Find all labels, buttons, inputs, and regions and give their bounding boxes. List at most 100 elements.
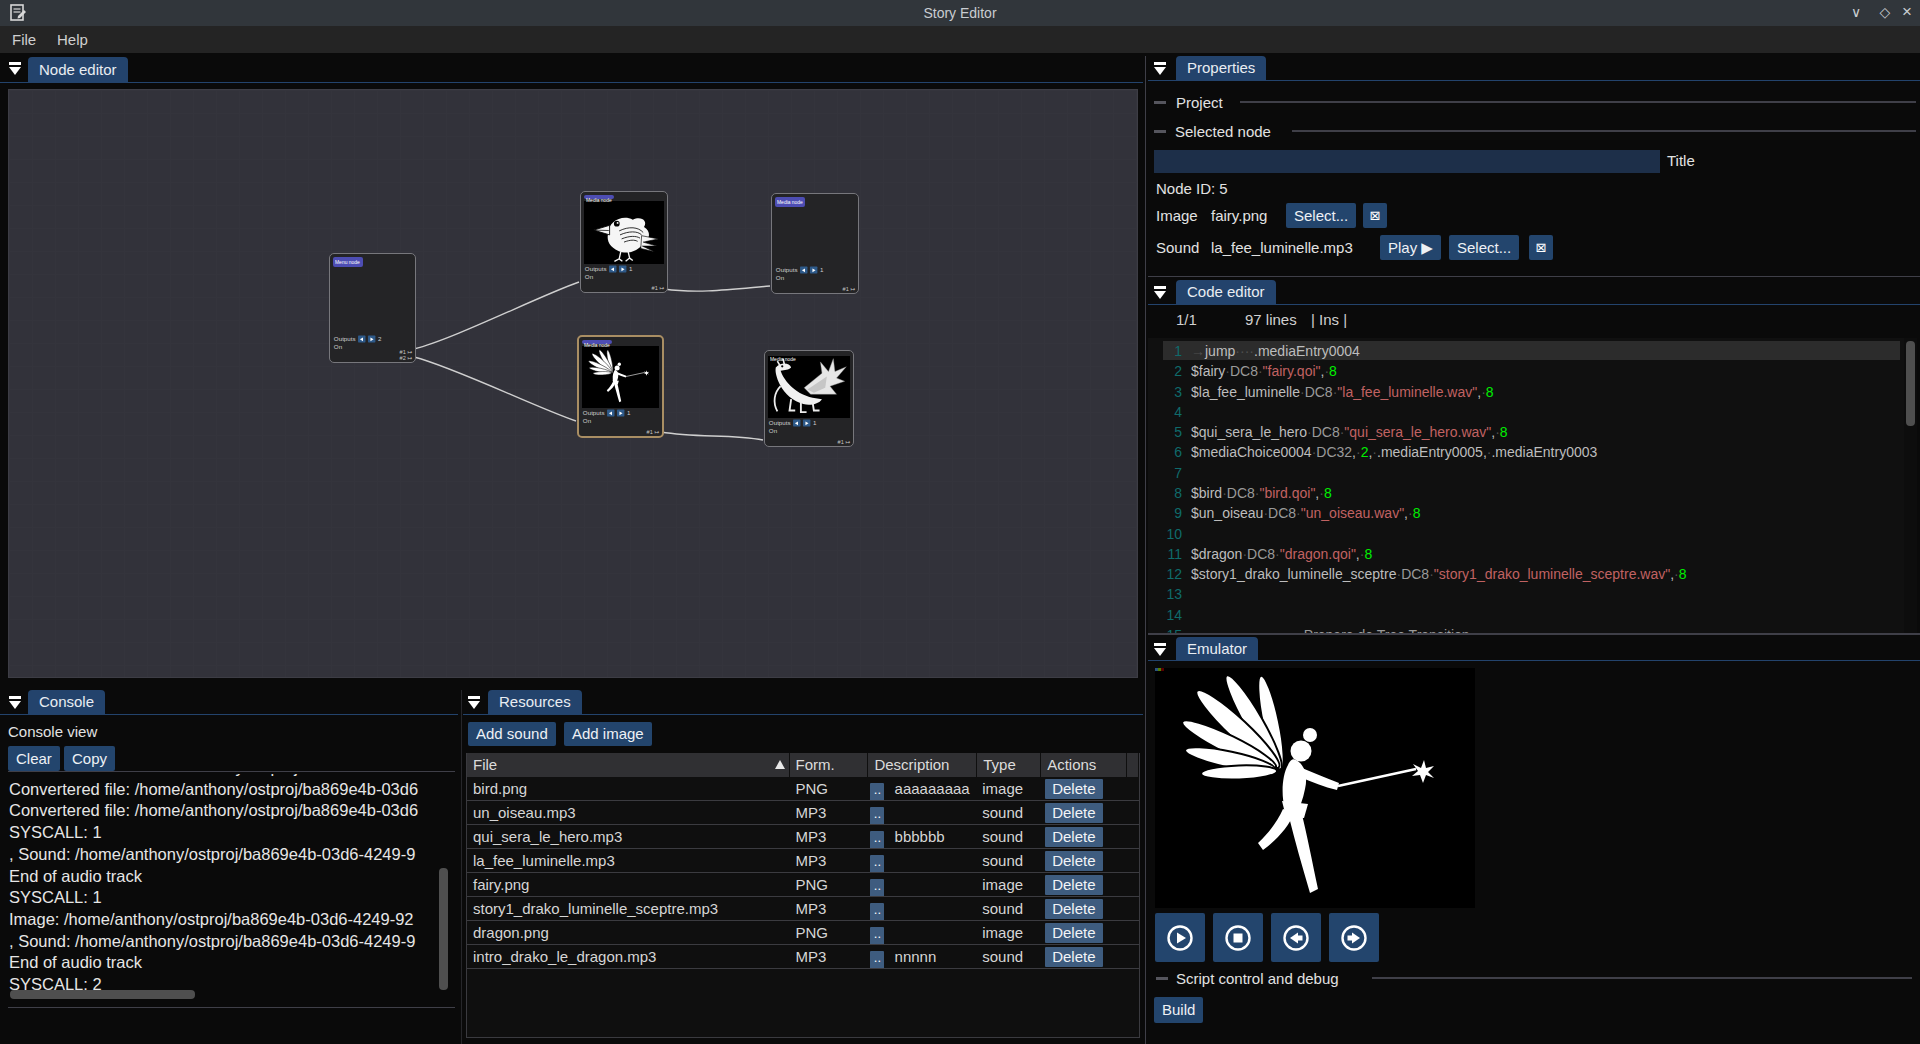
table-row[interactable]: un_oiseau.mp3MP3.. soundDelete <box>467 801 1139 825</box>
main-vertical-splitter[interactable] <box>1145 56 1146 1044</box>
image-clear-button[interactable]: ⊠ <box>1363 203 1387 228</box>
description-edit-button[interactable]: .. <box>870 855 884 872</box>
add-image-button[interactable]: Add image <box>564 722 652 746</box>
back-button[interactable] <box>1271 913 1321 962</box>
collapse-icon-emulator[interactable] <box>1153 641 1168 658</box>
minimize-button[interactable]: ∨ <box>1847 4 1865 20</box>
collapse-icon-code-editor[interactable] <box>1153 284 1168 301</box>
delete-button[interactable]: Delete <box>1045 803 1102 823</box>
description-edit-button[interactable]: .. <box>870 951 884 968</box>
delete-button[interactable]: Delete <box>1045 899 1102 919</box>
delete-button[interactable]: Delete <box>1045 827 1102 847</box>
outputs-decrease-button[interactable] <box>607 410 614 417</box>
sound-play-button[interactable]: Play ▶ <box>1380 235 1441 260</box>
forward-button[interactable] <box>1329 913 1379 962</box>
actions-cell: Delete <box>1041 825 1127 848</box>
close-button[interactable]: × <box>1898 2 1916 22</box>
node-dragon[interactable]: Media node Outputs 1 On #1 ↦ <box>764 350 854 447</box>
description-edit-button[interactable]: .. <box>870 807 884 824</box>
tab-resources[interactable]: Resources <box>488 690 582 714</box>
tab-emulator[interactable]: Emulator <box>1176 637 1258 661</box>
delete-button[interactable]: Delete <box>1045 947 1102 967</box>
tab-properties[interactable]: Properties <box>1176 56 1266 80</box>
table-row[interactable]: intro_drako_le_dragon.mp3MP3.. nnnnnsoun… <box>467 945 1139 969</box>
tab-node-editor[interactable]: Node editor <box>28 57 128 82</box>
code-scrollbar-track[interactable] <box>1904 338 1917 633</box>
node-output-pins[interactable]: #1 ↦ <box>652 285 664 291</box>
table-row[interactable]: qui_sera_le_hero.mp3MP3.. bbbbbbsoundDel… <box>467 825 1139 849</box>
table-row[interactable]: fairy.pngPNG.. imageDelete <box>467 873 1139 897</box>
outputs-decrease-button[interactable] <box>358 336 365 343</box>
description-edit-button[interactable]: .. <box>870 783 884 800</box>
node-output-pins[interactable]: #1 ↦ <box>647 429 659 435</box>
console-vscrollbar[interactable] <box>439 868 448 990</box>
outputs-increase-button[interactable] <box>619 266 626 273</box>
code-editor-area[interactable]: 1→jump····.mediaEntry00042$fairy·DC8·"fa… <box>1148 338 1904 633</box>
format-cell: PNG <box>790 921 869 944</box>
code-scrollbar-handle[interactable] <box>1906 341 1915 426</box>
title-input[interactable] <box>1154 150 1660 173</box>
collapse-icon-properties[interactable] <box>1153 60 1168 77</box>
outputs-increase-button[interactable] <box>810 267 817 274</box>
collapse-icon-resources[interactable] <box>467 694 482 711</box>
column-header-description[interactable]: Description <box>868 753 977 777</box>
column-header-type[interactable]: Type <box>977 753 1041 777</box>
node-fairy[interactable]: Media node <box>577 335 664 438</box>
maximize-button[interactable]: ◇ <box>1876 4 1894 20</box>
outputs-increase-button[interactable] <box>368 336 375 343</box>
delete-button[interactable]: Delete <box>1045 875 1102 895</box>
node-media-empty[interactable]: Media node Outputs 1 On #1 ↦ <box>771 193 859 294</box>
collapse-icon-node-editor[interactable] <box>8 60 23 77</box>
outputs-decrease-button[interactable] <box>800 267 807 274</box>
table-row[interactable]: dragon.pngPNG.. imageDelete <box>467 921 1139 945</box>
node-output-pins[interactable]: #1 ↦ #2 ↦ <box>400 349 412 361</box>
code-emulator-splitter[interactable] <box>1148 633 1920 635</box>
collapse-icon-console[interactable] <box>8 694 23 711</box>
outputs-increase-button[interactable] <box>617 410 624 417</box>
node-output-pins[interactable]: #1 ↦ <box>843 286 855 292</box>
node-canvas[interactable]: Menu node Outputs 2 On #1 ↦ #2 ↦ Media n… <box>8 89 1138 678</box>
description-edit-button[interactable]: .. <box>870 927 884 944</box>
node-menu[interactable]: Menu node Outputs 2 On #1 ↦ #2 ↦ <box>329 253 416 363</box>
copy-button[interactable]: Copy <box>64 746 115 771</box>
node-bird[interactable]: Media node Outputs 1 On #1 ↦ <box>580 191 668 293</box>
on-label: On <box>776 274 856 281</box>
stop-button[interactable] <box>1213 913 1263 962</box>
menu-file[interactable]: File <box>12 31 36 48</box>
tab-console[interactable]: Console <box>28 690 105 714</box>
description-edit-button[interactable]: .. <box>870 903 884 920</box>
properties-code-splitter[interactable] <box>1148 276 1920 277</box>
table-row[interactable]: la_fee_luminelle.mp3MP3.. soundDelete <box>467 849 1139 873</box>
column-header-form[interactable]: Form. <box>790 753 869 777</box>
outputs-decrease-button[interactable] <box>609 266 616 273</box>
table-row[interactable]: story1_drako_luminelle_sceptre.mp3MP3.. … <box>467 897 1139 921</box>
actions-cell: Delete <box>1041 897 1127 920</box>
menu-help[interactable]: Help <box>57 31 88 48</box>
table-row[interactable]: bird.pngPNG.. aaaaaaaaaimageDelete <box>467 777 1139 801</box>
delete-button[interactable]: Delete <box>1045 779 1102 799</box>
console-line: Image: /home/anthony/ostproj/ba869e4b-03… <box>9 909 439 931</box>
selected-node-group-label: Selected node <box>1175 123 1271 140</box>
console-hscrollbar[interactable] <box>10 990 195 999</box>
description-edit-button[interactable]: .. <box>870 879 884 896</box>
build-button[interactable]: Build <box>1154 997 1203 1023</box>
delete-button[interactable]: Delete <box>1045 923 1102 943</box>
column-header-file[interactable]: File <box>467 753 790 777</box>
image-select-button[interactable]: Select... <box>1286 203 1356 228</box>
node-output-pins[interactable]: #1 ↦ <box>838 439 850 445</box>
console-log[interactable]: Convertered file: /home/anthony/ostproj/… <box>8 771 455 1008</box>
type-cell: image <box>977 921 1041 944</box>
window-title: Story Editor <box>0 5 1920 21</box>
sound-clear-button[interactable]: ⊠ <box>1529 235 1553 260</box>
clear-button[interactable]: Clear <box>8 746 60 771</box>
sound-select-button[interactable]: Select... <box>1449 235 1519 260</box>
console-resources-divider[interactable] <box>461 690 462 1044</box>
outputs-decrease-button[interactable] <box>793 420 800 427</box>
tab-code-editor[interactable]: Code editor <box>1176 280 1276 304</box>
description-edit-button[interactable]: .. <box>870 831 884 848</box>
play-button[interactable] <box>1155 913 1205 962</box>
add-sound-button[interactable]: Add sound <box>468 722 556 746</box>
delete-button[interactable]: Delete <box>1045 851 1102 871</box>
column-header-actions[interactable]: Actions <box>1041 753 1127 777</box>
outputs-increase-button[interactable] <box>803 420 810 427</box>
